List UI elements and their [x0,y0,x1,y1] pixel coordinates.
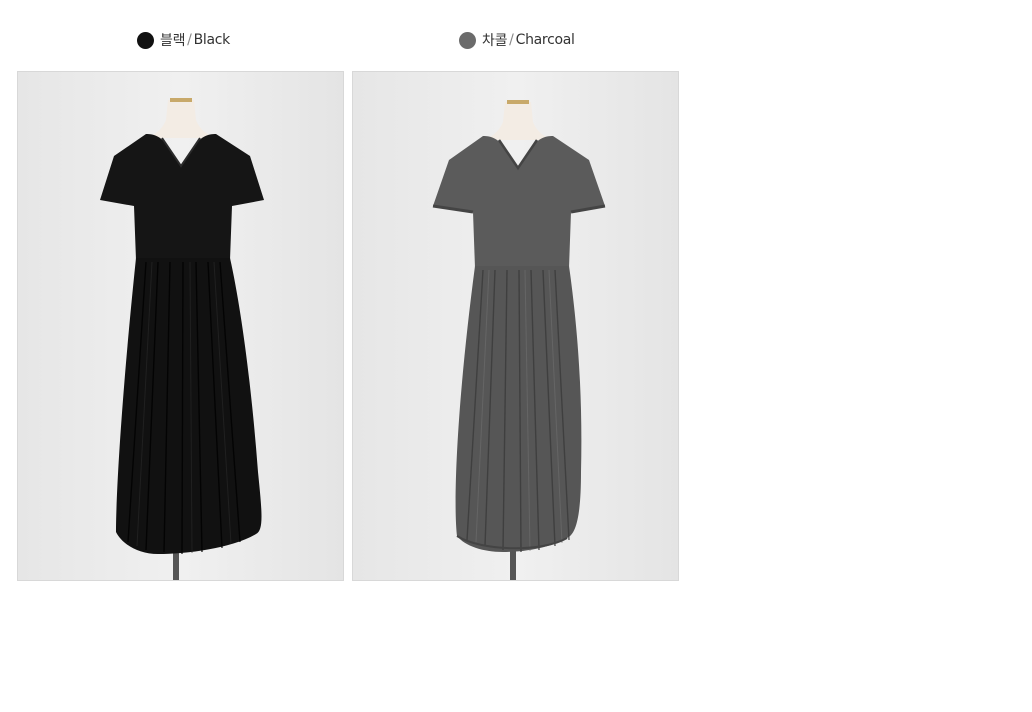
product-color-options: 블랙 / Black 차콜 / Charcoal [0,0,1032,712]
charcoal-color-swatch [459,31,476,49]
black-dress-image [18,72,343,580]
color-name-english: Black [193,32,231,48]
color-name-korean: 차콜 [482,33,508,49]
color-name-korean: 블랙 [160,33,186,49]
color-name-english: Charcoal [515,32,575,48]
label-separator: / [187,32,192,48]
color-option-charcoal-label: 차콜 / Charcoal [459,28,575,52]
black-color-swatch [137,31,154,49]
black-dress-photo [17,71,344,581]
charcoal-dress-photo [352,71,679,581]
charcoal-dress-image [353,72,678,580]
color-option-black-label: 블랙 / Black [137,28,230,52]
label-separator: / [509,32,514,48]
